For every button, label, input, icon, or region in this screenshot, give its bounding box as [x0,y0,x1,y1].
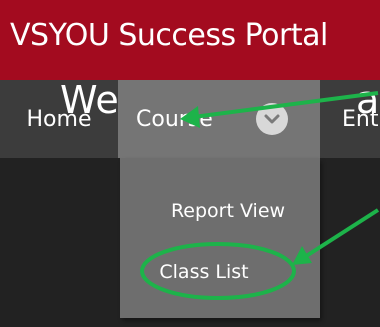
menu-item-report-view[interactable]: Report View [120,200,320,222]
app-header: VSYOU Success Portal [0,0,380,80]
welcome-heading: We [60,78,119,122]
main-navbar: Home Course Ent [0,80,380,158]
course-dropdown-menu: Report View Class List [120,158,320,318]
chevron-down-icon[interactable] [256,103,288,135]
portal-title: VSYOU Success Portal [10,18,328,53]
nav-course-label: Course [136,106,213,132]
nav-course[interactable]: Course [118,80,320,158]
menu-item-class-list[interactable]: Class List [104,261,304,283]
welcome-heading-tail: a [356,78,380,122]
